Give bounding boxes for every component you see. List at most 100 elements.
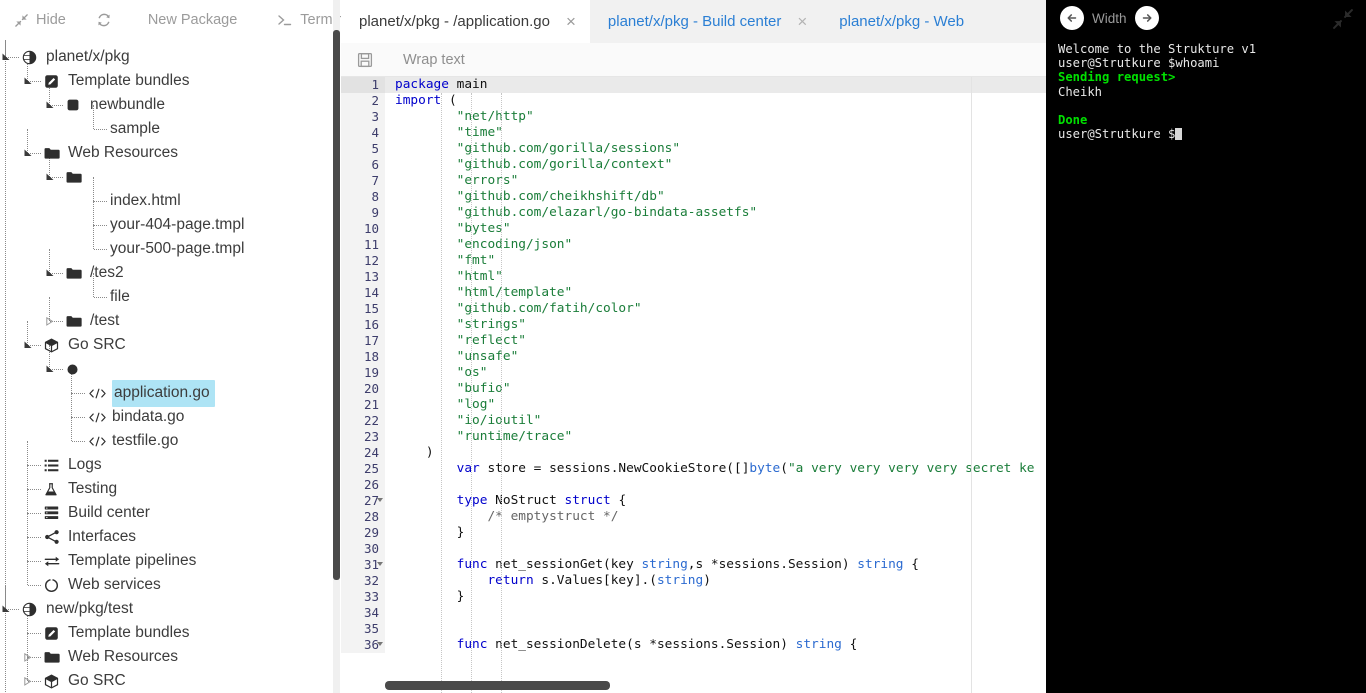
code-line[interactable]: 13 "html" [341, 269, 1046, 285]
code-line[interactable]: 5 "github.com/gorilla/sessions" [341, 141, 1046, 157]
code-line[interactable]: 2 import ( [341, 93, 1046, 109]
code-line[interactable]: 33 } [341, 589, 1046, 605]
toolbar-new-package-button[interactable]: New Package [148, 12, 237, 28]
tree-item-template-bundles[interactable]: Template bundles [0, 621, 336, 645]
tree-item-testing[interactable]: Testing [0, 477, 336, 501]
code-line[interactable]: 8 "github.com/cheikhshift/db" [341, 189, 1046, 205]
code-line[interactable]: 14 "html/template" [341, 285, 1046, 301]
tree-item-your-404-page-tmpl[interactable]: your-404-page.tmpl [0, 213, 336, 237]
tree-expand-arrow-icon[interactable] [2, 605, 11, 614]
tree-item-bindata-go[interactable]: bindata.go [0, 405, 336, 429]
code-line[interactable]: 16 "strings" [341, 317, 1046, 333]
tree-item-sample[interactable]: sample [0, 117, 336, 141]
terminal-collapse-icon[interactable] [1330, 6, 1356, 32]
code-line[interactable]: 20 "bufio" [341, 381, 1046, 397]
tree-item-unnamed[interactable] [0, 165, 336, 189]
code-line[interactable]: 7 "errors" [341, 173, 1046, 189]
code-line[interactable]: 3 "net/http" [341, 109, 1046, 125]
code-line[interactable]: 31 func net_sessionGet(key string,s *ses… [341, 557, 1046, 573]
code-line[interactable]: 36 func net_sessionDelete(s *sessions.Se… [341, 637, 1046, 653]
sidebar-scrollbar-thumb[interactable] [333, 30, 340, 580]
code-line[interactable]: 28 /* emptystruct */ [341, 509, 1046, 525]
close-icon[interactable]: × [566, 13, 576, 30]
editor-tab-title: planet/x/pkg - Build center [607, 13, 782, 30]
tree-item-newbundle[interactable]: newbundle [0, 93, 336, 117]
tree-item-label: Go SRC [68, 672, 126, 689]
code-line[interactable]: 18 "unsafe" [341, 349, 1046, 365]
tree-item-web-services[interactable]: Web services [0, 573, 336, 597]
tree-expand-arrow-icon[interactable] [46, 101, 55, 110]
terminal-panel[interactable]: Width Welcome to the Strukture v1 user@S… [1046, 0, 1366, 693]
terminal-line-text: user@Strutkure $ [1058, 127, 1176, 142]
tree-item-test[interactable]: /test [0, 309, 336, 333]
arrow-right-icon[interactable] [1134, 6, 1159, 30]
code-line[interactable]: 10 "bytes" [341, 221, 1046, 237]
tree-item-planet-x-pkg[interactable]: planet/x/pkg [0, 45, 336, 69]
code-line[interactable]: 17 "reflect" [341, 333, 1046, 349]
tree-collapse-arrow-icon[interactable] [24, 677, 33, 686]
tree-item-template-bundles[interactable]: Template bundles [0, 69, 336, 93]
wrap-text-toggle[interactable]: Wrap text [403, 52, 465, 68]
editor-tab-1[interactable]: planet/x/pkg - Build center × [590, 0, 821, 43]
code-fold-arrow-icon[interactable] [377, 498, 383, 502]
tree-item-tes2[interactable]: /tes2 [0, 261, 336, 285]
tree-item-new-pkg-test[interactable]: new/pkg/test [0, 597, 336, 621]
tree-item-web-resources[interactable]: Web Resources [0, 141, 336, 165]
code-line[interactable]: 22 "io/ioutil" [341, 413, 1046, 429]
code-line[interactable]: 35 [341, 621, 1046, 637]
code-editor[interactable]: 1 package main 2 import (3 "net/http" 4 "tim… [341, 77, 1046, 693]
tree-expand-arrow-icon[interactable] [46, 365, 55, 374]
tree-item-interfaces[interactable]: Interfaces [0, 525, 336, 549]
tree-item-build-center[interactable]: Build center [0, 501, 336, 525]
code-line[interactable]: 25 var store = sessions.NewCookieStore([… [341, 461, 1046, 477]
save-icon[interactable] [357, 52, 373, 68]
code-line[interactable]: 15 "github.com/fatih/color" [341, 301, 1046, 317]
code-line[interactable]: 32 return s.Values[key].(string) [341, 573, 1046, 589]
code-line[interactable]: 30 [341, 541, 1046, 557]
toolbar-hide-button[interactable]: Hide [14, 12, 66, 28]
code-line[interactable]: 6 "github.com/gorilla/context" [341, 157, 1046, 173]
code-line[interactable]: 11 "encoding/json" [341, 237, 1046, 253]
code-line[interactable]: 19 "os" [341, 365, 1046, 381]
editor-hscrollbar-thumb[interactable] [385, 681, 610, 690]
tree-item-web-resources[interactable]: Web Resources [0, 645, 336, 669]
tree-item-template-pipelines[interactable]: Template pipelines [0, 549, 336, 573]
code-line[interactable]: 4 "time" [341, 125, 1046, 141]
code-line[interactable]: 21 "log" [341, 397, 1046, 413]
code-line[interactable]: 23 "runtime/trace" [341, 429, 1046, 445]
arrow-left-icon[interactable] [1060, 6, 1084, 30]
tree-item-file[interactable]: file [0, 285, 336, 309]
code-line[interactable]: 29 } [341, 525, 1046, 541]
tree-expand-arrow-icon[interactable] [24, 77, 33, 86]
code-line[interactable]: 34 [341, 605, 1046, 621]
editor-tab-2[interactable]: planet/x/pkg - Web [821, 0, 978, 43]
code-fold-arrow-icon[interactable] [377, 642, 383, 646]
close-icon[interactable]: × [797, 13, 807, 30]
tree-item-go-src[interactable]: Go SRC [0, 669, 336, 693]
code-line[interactable]: 26 [341, 477, 1046, 493]
tree-item-application-go[interactable]: application.go [0, 379, 336, 407]
tree-item-unnamed[interactable] [0, 357, 336, 381]
code-icon [88, 433, 108, 449]
code-line[interactable]: 24 ) [341, 445, 1046, 461]
tree-expand-arrow-icon[interactable] [46, 269, 55, 278]
tree-item-your-500-page-tmpl[interactable]: your-500-page.tmpl [0, 237, 336, 261]
code-line[interactable]: 1 package main [341, 77, 1046, 93]
code-line[interactable]: 9 "github.com/elazarl/go-bindata-assetfs… [341, 205, 1046, 221]
tree-expand-arrow-icon[interactable] [24, 149, 33, 158]
project-tree: planet/x/pkg Template bundles newbundle sam… [0, 40, 336, 693]
tree-expand-arrow-icon[interactable] [2, 53, 11, 62]
tree-collapse-arrow-icon[interactable] [24, 653, 33, 662]
tree-expand-arrow-icon[interactable] [24, 341, 33, 350]
tree-item-testfile-go[interactable]: testfile.go [0, 429, 336, 453]
code-fold-arrow-icon[interactable] [377, 562, 383, 566]
toolbar-refresh-button[interactable] [96, 12, 112, 28]
tree-item-go-src[interactable]: Go SRC [0, 333, 336, 357]
editor-tab-0[interactable]: planet/x/pkg - /application.go × [341, 0, 590, 43]
code-line[interactable]: 12 "fmt" [341, 253, 1046, 269]
tree-item-logs[interactable]: Logs [0, 453, 336, 477]
tree-expand-arrow-icon[interactable] [46, 173, 55, 182]
tree-collapse-arrow-icon[interactable] [46, 317, 55, 326]
code-line[interactable]: 27 type NoStruct struct { [341, 493, 1046, 509]
tree-item-index-html[interactable]: index.html [0, 189, 336, 213]
